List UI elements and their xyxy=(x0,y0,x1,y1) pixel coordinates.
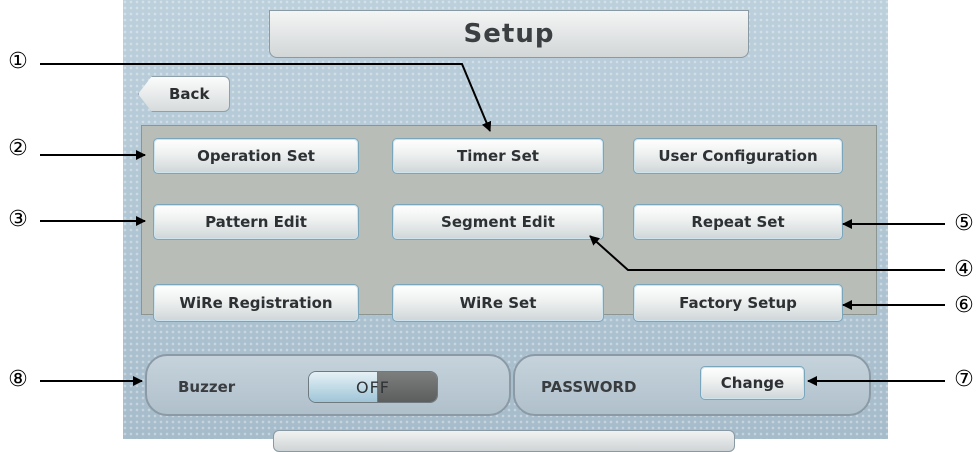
arrow-1 xyxy=(40,63,492,132)
callout-arrows xyxy=(40,63,945,386)
arrow-4 xyxy=(589,235,945,271)
